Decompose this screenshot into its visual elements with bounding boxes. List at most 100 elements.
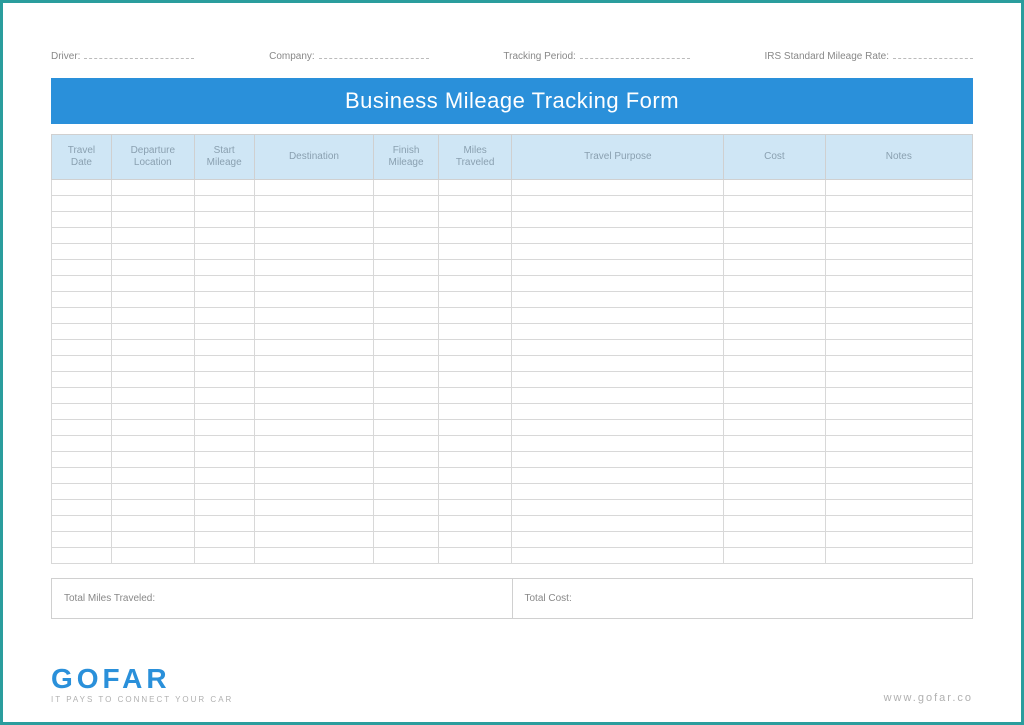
table-cell [512, 180, 724, 196]
table-cell [254, 484, 374, 500]
table-cell [254, 324, 374, 340]
table-cell [724, 436, 825, 452]
table-cell [254, 452, 374, 468]
table-cell [52, 228, 112, 244]
table-cell [111, 244, 194, 260]
table-cell [374, 340, 438, 356]
table-cell [825, 196, 972, 212]
table-cell [512, 276, 724, 292]
table-cell [825, 228, 972, 244]
table-cell [724, 244, 825, 260]
table-row [52, 388, 973, 404]
table-row [52, 292, 973, 308]
table-cell [374, 420, 438, 436]
table-cell [374, 308, 438, 324]
label-company: Company: [269, 51, 315, 62]
col-notes: Notes [825, 135, 972, 180]
field-driver: Driver: [51, 51, 194, 62]
table-cell [825, 516, 972, 532]
table-cell [825, 244, 972, 260]
table-cell [254, 532, 374, 548]
table-row [52, 180, 973, 196]
table-cell [111, 420, 194, 436]
table-cell [724, 212, 825, 228]
table-cell [825, 180, 972, 196]
table-cell [52, 276, 112, 292]
table-cell [254, 228, 374, 244]
table-cell [825, 372, 972, 388]
table-cell [374, 260, 438, 276]
table-cell [194, 436, 254, 452]
table-cell [825, 276, 972, 292]
table-cell [724, 452, 825, 468]
table-cell [438, 420, 512, 436]
table-cell [111, 228, 194, 244]
table-cell [194, 276, 254, 292]
table-cell [438, 324, 512, 340]
col-cost: Cost [724, 135, 825, 180]
table-row [52, 516, 973, 532]
table-cell [825, 404, 972, 420]
table-cell [194, 340, 254, 356]
table-cell [52, 356, 112, 372]
table-row [52, 500, 973, 516]
table-cell [254, 260, 374, 276]
table-cell [724, 356, 825, 372]
table-cell [254, 420, 374, 436]
table-cell [111, 516, 194, 532]
table-cell [438, 260, 512, 276]
table-cell [374, 388, 438, 404]
mileage-table: TravelDate DepartureLocation StartMileag… [51, 134, 973, 564]
table-cell [724, 516, 825, 532]
label-tracking-period: Tracking Period: [503, 51, 575, 62]
table-cell [374, 244, 438, 260]
table-cell [111, 292, 194, 308]
table-cell [825, 468, 972, 484]
table-cell [374, 548, 438, 564]
table-cell [52, 372, 112, 388]
table-cell [825, 324, 972, 340]
table-cell [724, 420, 825, 436]
table-row [52, 532, 973, 548]
table-cell [512, 484, 724, 500]
field-irs-rate: IRS Standard Mileage Rate: [764, 51, 973, 62]
table-cell [825, 548, 972, 564]
col-departure: DepartureLocation [111, 135, 194, 180]
table-cell [438, 500, 512, 516]
table-cell [254, 180, 374, 196]
table-cell [194, 532, 254, 548]
table-cell [52, 436, 112, 452]
table-cell [254, 212, 374, 228]
table-cell [194, 388, 254, 404]
total-cost-cell: Total Cost: [513, 579, 973, 618]
table-cell [438, 516, 512, 532]
table-cell [194, 420, 254, 436]
table-cell [825, 532, 972, 548]
table-cell [374, 516, 438, 532]
table-cell [194, 548, 254, 564]
table-cell [111, 308, 194, 324]
table-row [52, 468, 973, 484]
table-cell [374, 484, 438, 500]
blank-line [84, 58, 194, 59]
table-cell [825, 436, 972, 452]
table-cell [194, 196, 254, 212]
table-cell [438, 548, 512, 564]
table-row [52, 308, 973, 324]
table-cell [111, 340, 194, 356]
table-cell [438, 468, 512, 484]
table-row [52, 420, 973, 436]
table-cell [512, 196, 724, 212]
table-cell [254, 516, 374, 532]
table-cell [825, 340, 972, 356]
table-cell [194, 260, 254, 276]
table-cell [724, 276, 825, 292]
col-destination: Destination [254, 135, 374, 180]
table-cell [374, 356, 438, 372]
table-cell [254, 276, 374, 292]
table-cell [825, 500, 972, 516]
total-miles-cell: Total Miles Traveled: [52, 579, 513, 618]
table-cell [52, 212, 112, 228]
table-cell [438, 228, 512, 244]
table-row [52, 436, 973, 452]
